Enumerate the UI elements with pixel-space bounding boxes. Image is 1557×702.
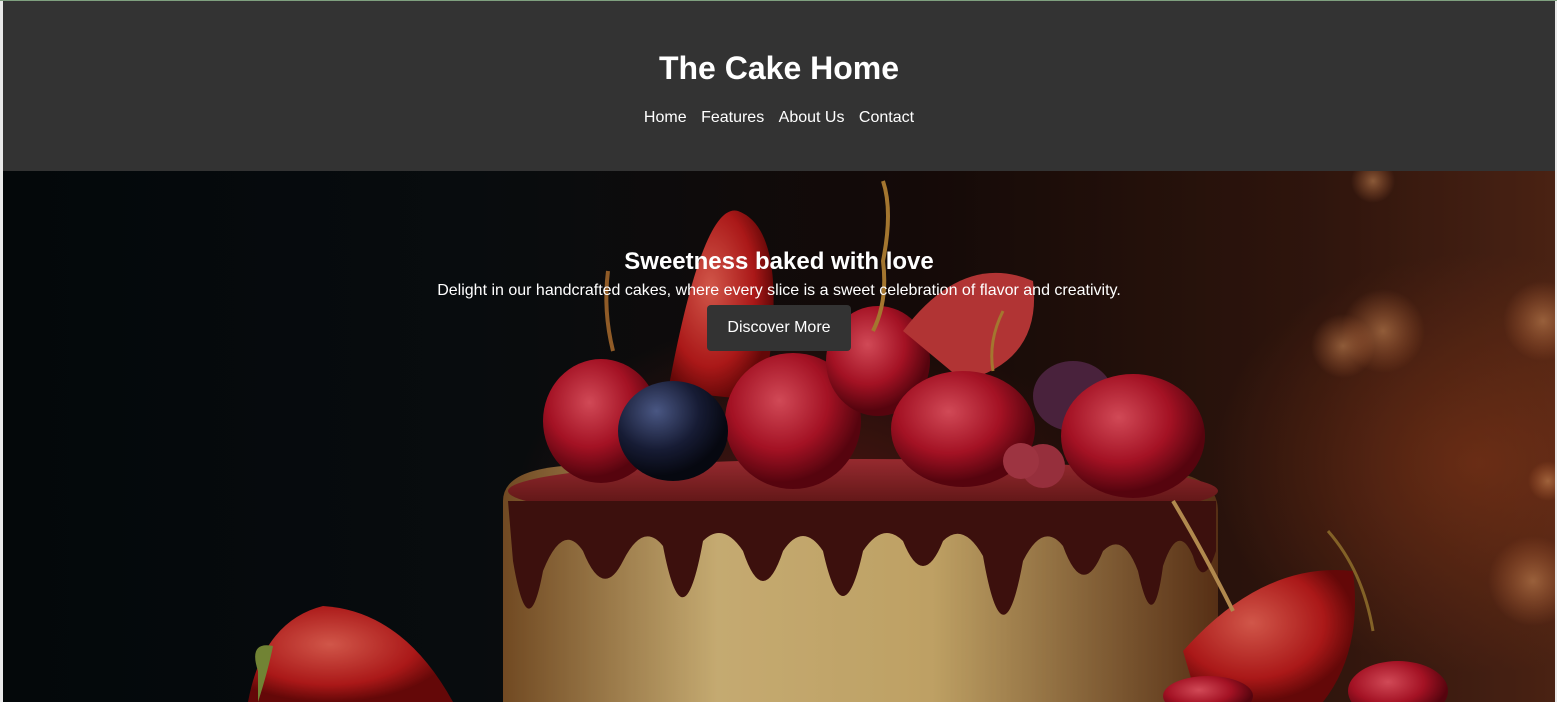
nav-contact[interactable]: Contact [859, 109, 914, 126]
site-title: The Cake Home [658, 50, 900, 86]
site-header: The Cake Home Home Features About Us Con… [3, 1, 1555, 171]
hero-description: Delight in our handcrafted cakes, where … [437, 282, 1121, 299]
discover-more-button[interactable]: Discover More [707, 305, 851, 351]
main-nav: Home Features About Us Contact [3, 107, 1555, 129]
hero-title: Sweetness baked with love [624, 248, 934, 275]
nav-home[interactable]: Home [644, 109, 687, 126]
hero-content: Sweetness baked with love Delight in our… [3, 247, 1555, 351]
page: The Cake Home Home Features About Us Con… [0, 0, 1557, 702]
nav-features[interactable]: Features [701, 109, 764, 126]
hero-section: Sweetness baked with love Delight in our… [3, 171, 1555, 702]
nav-about-us[interactable]: About Us [779, 109, 845, 126]
